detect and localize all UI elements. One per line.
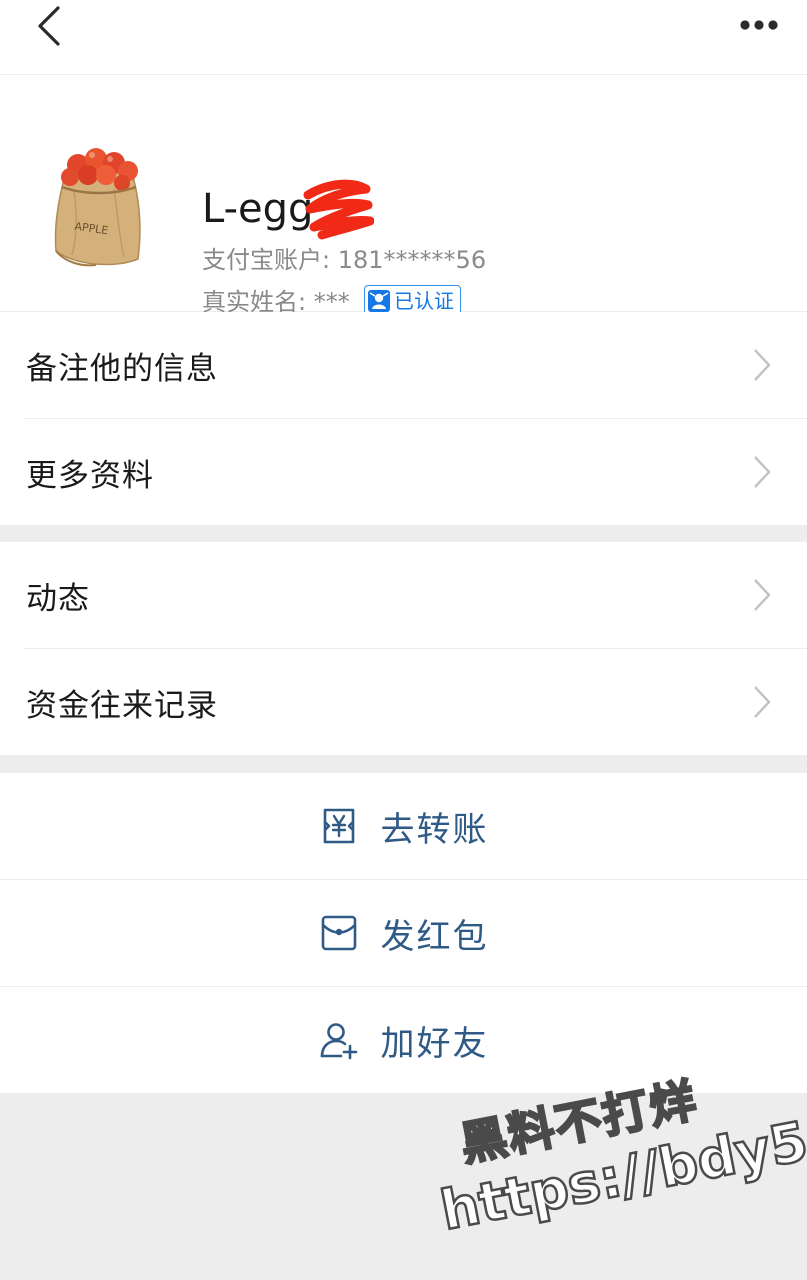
chevron-right-icon bbox=[754, 349, 771, 381]
fund-records-item[interactable]: 资金往来记录 bbox=[0, 649, 807, 755]
profile-header: APPLE L-egg 支付宝账户: 181******56 真实姓名: ***… bbox=[0, 75, 807, 317]
nickname: L-egg bbox=[202, 186, 314, 232]
actions-group: 去转账 发红包 加好友 bbox=[0, 773, 807, 1093]
transfer-label: 去转账 bbox=[380, 809, 489, 850]
red-envelope-label: 发红包 bbox=[380, 916, 489, 957]
redaction-scribble bbox=[303, 179, 374, 240]
fund-records-label: 资金往来记录 bbox=[26, 687, 218, 724]
chevron-right-icon bbox=[754, 456, 771, 488]
remark-info-label: 备注他的信息 bbox=[26, 350, 218, 387]
more-options-button[interactable] bbox=[735, 8, 783, 42]
red-envelope-button[interactable]: 发红包 bbox=[0, 880, 807, 986]
activity-menu-group: 动态 资金往来记录 bbox=[0, 542, 807, 755]
verified-user-icon bbox=[368, 290, 390, 312]
yuan-transfer-icon bbox=[323, 808, 354, 844]
back-button[interactable] bbox=[28, 2, 72, 50]
watermark-line-2: https://bdy5.co bbox=[434, 1091, 807, 1243]
top-nav-bar bbox=[0, 0, 807, 75]
info-menu-group: 备注他的信息 更多资料 bbox=[0, 312, 807, 525]
account-row: 支付宝账户: 181******56 bbox=[202, 243, 486, 277]
more-profile-item[interactable]: 更多资料 bbox=[0, 419, 807, 525]
add-friend-label: 加好友 bbox=[380, 1023, 489, 1064]
remark-info-item[interactable]: 备注他的信息 bbox=[0, 312, 807, 418]
moments-label: 动态 bbox=[26, 580, 90, 617]
transfer-button[interactable]: 去转账 bbox=[0, 773, 807, 879]
add-friend-button[interactable]: 加好友 bbox=[0, 987, 807, 1093]
more-dots-icon bbox=[740, 20, 778, 30]
add-friend-icon bbox=[320, 1023, 357, 1060]
chevron-left-icon bbox=[38, 6, 60, 46]
account-label: 支付宝账户: bbox=[202, 246, 331, 274]
avatar[interactable]: APPLE bbox=[44, 131, 170, 281]
red-envelope-icon bbox=[321, 915, 356, 951]
moments-item[interactable]: 动态 bbox=[0, 542, 807, 648]
chevron-right-icon bbox=[754, 579, 771, 611]
chevron-right-icon bbox=[754, 686, 771, 718]
account-value: 181******56 bbox=[337, 246, 487, 274]
more-profile-label: 更多资料 bbox=[26, 457, 154, 494]
